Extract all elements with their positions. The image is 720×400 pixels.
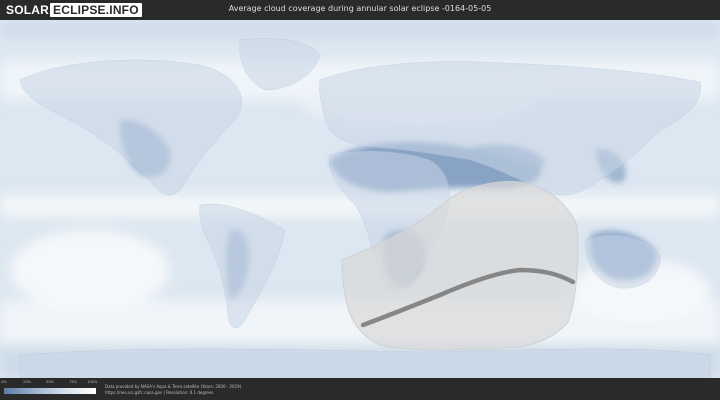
legend-tick-labels: 0% 25% 50% 75% 100% — [1, 380, 98, 387]
header-bar: SOLAR ECLIPSE.INFO Average cloud coverag… — [0, 0, 720, 20]
page-title: Average cloud coverage during annular so… — [228, 4, 492, 13]
cloud-coverage-legend-bar — [4, 388, 96, 394]
antarctica — [19, 348, 711, 378]
data-source-link[interactable]: https://neo.sci.gsfc.nasa.gov | Resoluti… — [105, 390, 213, 395]
legend-tick: 50% — [46, 380, 54, 384]
legend-tick: 100% — [87, 380, 98, 384]
page: SOLAR ECLIPSE.INFO Average cloud coverag… — [0, 0, 720, 400]
legend-tick: 0% — [1, 380, 7, 384]
data-credit: Data provided by NASA's Aqua & Terra sat… — [105, 384, 242, 389]
footer-bar: 0% 25% 50% 75% 100% Data provided by NAS… — [0, 378, 720, 400]
legend-tick: 75% — [69, 380, 77, 384]
legend-tick: 25% — [23, 380, 31, 384]
cloud-coverage-map — [0, 20, 720, 378]
map-svg — [0, 20, 720, 378]
